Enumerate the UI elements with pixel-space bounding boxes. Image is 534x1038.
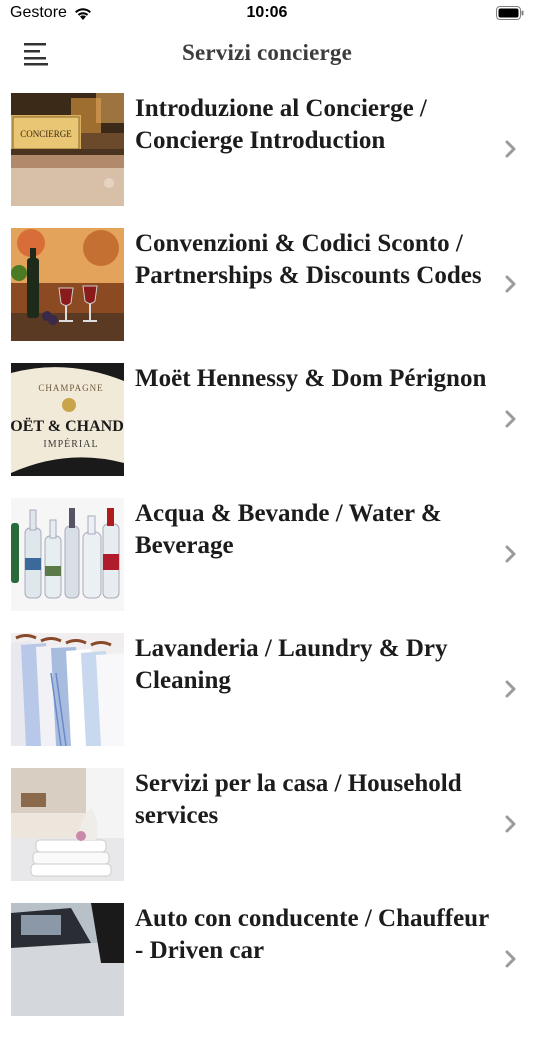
chevron-right-icon — [505, 545, 516, 563]
status-bar: Gestore 10:06 — [0, 0, 534, 28]
water-bottles-image — [11, 498, 124, 611]
list-item-label: Introduzione al Concierge / Concierge In… — [135, 95, 427, 154]
wine-vineyard-image — [11, 228, 124, 341]
list-item-partnerships-discounts[interactable]: Convenzioni & Codici Sconto / Partnershi… — [0, 228, 534, 363]
list-item-label: Convenzioni & Codici Sconto / Partnershi… — [135, 230, 482, 289]
list-item-chauffeur[interactable]: Auto con conducente / Chauffeur - Driven… — [0, 903, 534, 1038]
list-item-label: Servizi per la casa / Household services — [135, 770, 462, 829]
list-item-label: Lavanderia / Laundry & Dry Cleaning — [135, 635, 448, 694]
champagne-label-image: CHAMPAGNE OËT & CHAND IMPÉRIAL — [11, 363, 124, 476]
list-item-label: Moët Hennessy & Dom Pérignon — [135, 365, 487, 392]
list-item-laundry[interactable]: Lavanderia / Laundry & Dry Cleaning — [0, 633, 534, 768]
chevron-right-icon — [505, 950, 516, 968]
list-item-moet-hennessy[interactable]: CHAMPAGNE OËT & CHAND IMPÉRIAL Moët Henn… — [0, 363, 534, 498]
page-title: Servizi concierge — [181, 40, 353, 65]
navigation-bar: Servizi concierge — [0, 28, 534, 84]
list-item-label: Acqua & Bevande / Water & Beverage — [135, 500, 442, 559]
battery-icon — [496, 6, 524, 20]
list-item-concierge-introduction[interactable]: CONCIERGE Introduzione al Concierge / Co… — [0, 93, 534, 228]
chauffeur-car-image — [11, 903, 124, 1016]
chevron-right-icon — [505, 410, 516, 428]
list-item-household-services[interactable]: Servizi per la casa / Household services — [0, 768, 534, 903]
chevron-right-icon — [505, 275, 516, 293]
chevron-right-icon — [505, 140, 516, 158]
chevron-right-icon — [505, 680, 516, 698]
champagne-label-text: CHAMPAGNE — [38, 383, 103, 393]
shirts-on-hangers-image — [11, 633, 124, 746]
list-item-label: Auto con conducente / Chauffeur - Driven… — [135, 905, 489, 964]
housekeeping-image — [11, 768, 124, 881]
imperial-label-text: IMPÉRIAL — [43, 438, 98, 450]
services-list: CONCIERGE Introduzione al Concierge / Co… — [0, 93, 534, 1038]
concierge-desk-image: CONCIERGE — [11, 93, 124, 206]
concierge-sign-text: CONCIERGE — [20, 129, 72, 139]
list-item-water-beverage[interactable]: Acqua & Bevande / Water & Beverage — [0, 498, 534, 633]
status-time: 10:06 — [246, 4, 288, 21]
chevron-right-icon — [505, 815, 516, 833]
moet-label-text: OËT & CHAND — [11, 417, 124, 435]
